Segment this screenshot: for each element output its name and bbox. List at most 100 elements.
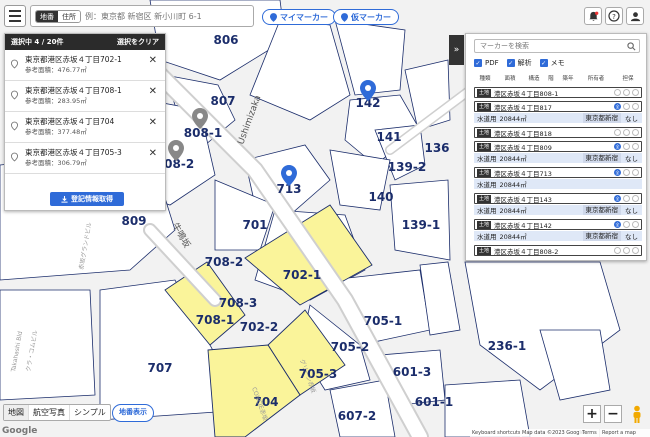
- lot-label: 141: [376, 130, 401, 144]
- maptype-simple[interactable]: シンプル: [70, 405, 110, 420]
- notification-bell-icon[interactable]: [584, 7, 602, 25]
- column-header[interactable]: 築年: [558, 74, 578, 82]
- area-value: 20844㎡: [499, 115, 527, 123]
- column-header[interactable]: 担保: [614, 74, 642, 82]
- selected-lot-item[interactable]: 東京都港区赤坂４丁目702-1 参考面積：476.77㎡ ✕: [5, 50, 165, 81]
- report-error-link[interactable]: Report a map error: [600, 429, 650, 437]
- checkbox-label: メモ: [550, 59, 565, 67]
- menu-button[interactable]: [4, 5, 26, 27]
- star-icon[interactable]: [623, 143, 630, 150]
- search-icon[interactable]: [627, 42, 636, 51]
- selected-lot-item[interactable]: 東京都港区赤坂４丁目704 参考面積：377.48㎡ ✕: [5, 112, 165, 143]
- checkbox-memo[interactable]: ✓ メモ: [539, 58, 565, 68]
- selected-lot-item[interactable]: 東京都港区赤坂４丁目708-1 参考面積：283.95㎡ ✕: [5, 81, 165, 112]
- memo-icon[interactable]: [632, 143, 639, 150]
- check-icon: ✓: [474, 59, 482, 67]
- column-header[interactable]: 面積: [496, 74, 524, 82]
- column-header[interactable]: 所有者: [578, 74, 614, 82]
- table-row[interactable]: 土地 港区赤坂４丁目143 全: [474, 193, 642, 204]
- area-value: 20844㎡: [499, 155, 527, 163]
- memo-icon[interactable]: [632, 89, 639, 96]
- star-icon[interactable]: [623, 221, 630, 228]
- svg-text:601-1: 601-1: [415, 395, 453, 409]
- zoom-in-button[interactable]: +: [583, 405, 601, 423]
- column-header[interactable]: 種類: [474, 74, 496, 82]
- marker-panel: ✓PDF ✓解析 ✓メモ 種類 面積 構造 階 築年 所有者 担保 土地 港区赤…: [465, 33, 647, 261]
- check-icon: ✓: [506, 59, 515, 67]
- row-title: 港区赤坂４丁目809: [494, 143, 552, 152]
- street-view-pegman-icon[interactable]: [630, 405, 644, 423]
- row-title: 港区赤坂４丁目818: [494, 129, 552, 138]
- memo-icon[interactable]: [632, 129, 639, 136]
- selection-panel: 選択中 4 / 20件 選択をクリア 東京都港区赤坂４丁目702-1 参考面積：…: [4, 33, 166, 211]
- keyboard-shortcuts-link[interactable]: Keyboard shortcuts: [470, 429, 523, 437]
- table-row[interactable]: 土地 港区赤坂４丁目817 全: [474, 101, 642, 112]
- search-box[interactable]: 地番 住所: [30, 5, 254, 27]
- memo-icon[interactable]: [632, 195, 639, 202]
- pin-icon: [11, 59, 18, 69]
- status-icon: 全: [614, 169, 621, 176]
- remove-item-close-icon[interactable]: ✕: [149, 148, 157, 159]
- memo-icon[interactable]: [632, 247, 639, 254]
- mode-lot-number[interactable]: 地番: [36, 10, 58, 22]
- memo-icon[interactable]: [632, 169, 639, 176]
- lot-label: 705-1: [364, 314, 402, 328]
- search-mode-toggle[interactable]: 地番 住所: [35, 9, 81, 23]
- mode-address[interactable]: 住所: [58, 10, 80, 22]
- star-icon[interactable]: [623, 169, 630, 176]
- remove-item-close-icon[interactable]: ✕: [149, 55, 157, 66]
- lot-label: 701: [242, 218, 267, 232]
- lot-label: 136: [424, 141, 449, 155]
- zoom-out-button[interactable]: −: [604, 405, 622, 423]
- star-icon[interactable]: [623, 129, 630, 136]
- star-icon[interactable]: [623, 195, 630, 202]
- lot-address: 東京都港区赤坂４丁目704: [25, 117, 115, 126]
- star-icon[interactable]: [623, 247, 630, 254]
- checkbox-label: PDF: [485, 59, 499, 67]
- svg-text:705-2: 705-2: [331, 340, 369, 354]
- table-row[interactable]: 土地 港区赤坂４丁目808-1: [474, 87, 642, 98]
- my-marker-button[interactable]: マイマーカー: [262, 9, 336, 25]
- star-icon[interactable]: [623, 89, 630, 96]
- terms-link[interactable]: Terms: [580, 429, 599, 437]
- remove-item-close-icon[interactable]: ✕: [149, 117, 157, 128]
- svg-text:139-2: 139-2: [388, 160, 426, 174]
- status-icon: [614, 89, 621, 96]
- marker-search[interactable]: [474, 39, 640, 53]
- get-registry-button[interactable]: 登記情報取得: [50, 192, 124, 206]
- table-row[interactable]: 土地 港区赤坂４丁目818: [474, 127, 642, 138]
- column-header[interactable]: 階: [544, 74, 558, 82]
- search-input[interactable]: [85, 11, 235, 21]
- marker-search-input[interactable]: [480, 42, 620, 50]
- checkbox-analysis[interactable]: ✓ 解析: [506, 58, 532, 68]
- status-icon: 全: [614, 195, 621, 202]
- temp-marker-button[interactable]: 仮マーカー: [333, 9, 399, 25]
- help-icon[interactable]: ?: [605, 7, 623, 25]
- lot-label: 806: [213, 33, 238, 47]
- maptype-aerial[interactable]: 航空写真: [29, 405, 70, 420]
- table-row[interactable]: 土地 港区赤坂４丁目142 全: [474, 219, 642, 230]
- checkbox-pdf[interactable]: ✓ PDF: [474, 58, 499, 68]
- memo-icon[interactable]: [632, 103, 639, 110]
- selected-lot-item[interactable]: 東京都港区赤坂４丁目705-3 参考面積：306.79㎡ ✕: [5, 143, 165, 174]
- kind-badge: 土地: [477, 142, 492, 151]
- lot-label: 601-2: [541, 359, 579, 373]
- lot-number-display-button[interactable]: 地番表示: [112, 404, 154, 422]
- google-logo: Google: [2, 426, 38, 436]
- table-row[interactable]: 土地 港区赤坂４丁目713 全: [474, 167, 642, 178]
- memo-icon[interactable]: [632, 221, 639, 228]
- lot-label: 807: [210, 94, 235, 108]
- collapse-panel-chevron-icon[interactable]: »: [449, 35, 464, 65]
- remove-item-close-icon[interactable]: ✕: [149, 86, 157, 97]
- account-icon[interactable]: [626, 7, 644, 25]
- column-header[interactable]: 構造: [524, 74, 544, 82]
- owner: 東京都新宿: [582, 231, 621, 241]
- table-row[interactable]: 土地 港区赤坂４丁目809 全: [474, 141, 642, 152]
- clear-selection-button[interactable]: 選択をクリア: [117, 37, 159, 47]
- lot-label: 236-1: [488, 339, 526, 353]
- table-row[interactable]: 土地 港区赤坂４丁目808-2: [474, 245, 642, 256]
- download-icon: [61, 195, 68, 203]
- star-icon[interactable]: [623, 103, 630, 110]
- lot-label: 708-2: [205, 255, 243, 269]
- maptype-map[interactable]: 地図: [4, 405, 29, 420]
